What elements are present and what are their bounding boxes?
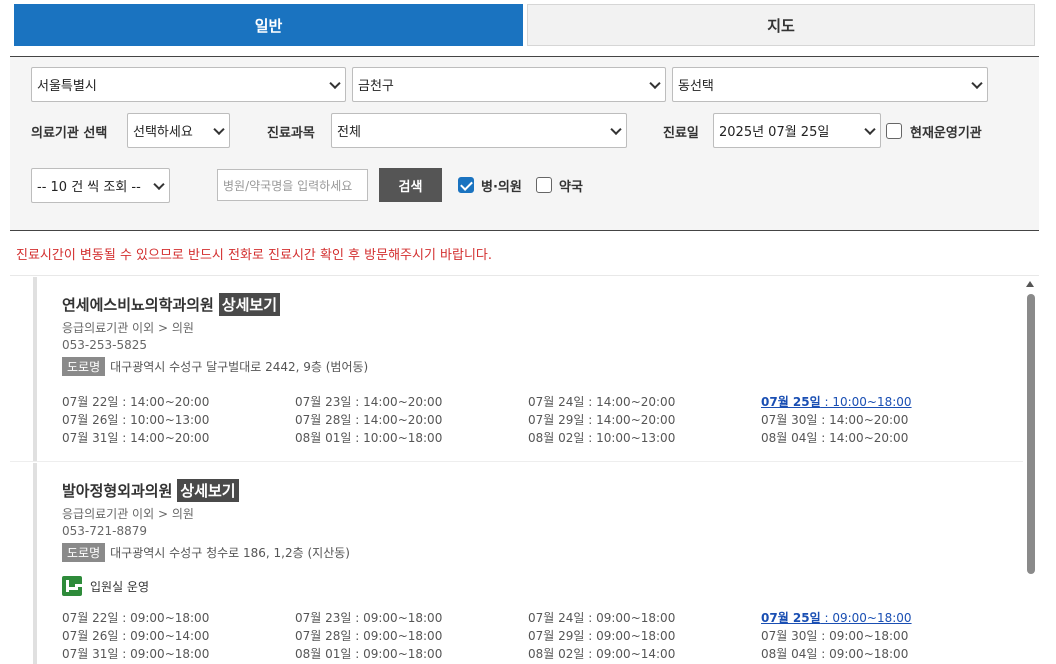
district-select[interactable]: 금천구 [352,67,666,102]
clinic-category: 응급의료기관 이외 > 의원 [62,321,194,335]
city-select-value: 서울특별시 [37,79,97,94]
institution-label: 의료기관 선택 [31,126,108,141]
tab-general[interactable]: 일반 [14,4,523,46]
schedule-row: 07월 31일 : 09:00~18:00 08월 01일 : 09:00~18… [62,645,1002,663]
pharmacy-checkbox[interactable] [536,177,552,193]
clinic-name: 연세에스비뇨의학과의원 [62,296,214,314]
bed-icon [62,576,82,596]
detail-button[interactable]: 상세보기 [218,293,281,316]
schedule-grid: 07월 22일 : 14:00~20:00 07월 23일 : 14:00~20… [62,393,1002,447]
dong-select[interactable]: 동선택 [672,67,988,102]
address-text: 대구광역시 수성구 청수로 186, 1,2층 (지산동) [110,546,350,560]
schedule-cell: 07월 22일 : 09:00~18:00 [62,611,210,625]
search-button[interactable]: 검색 [379,168,442,202]
operating-label: 현재운영기관 [910,126,982,141]
date-select-value: 2025년 07월 25일 [719,125,830,140]
hospital-checkbox[interactable] [458,177,474,193]
dept-select-value: 전체 [337,125,361,140]
date-select[interactable]: 2025년 07월 25일 [713,113,881,148]
schedule-cell: 07월 31일 : 14:00~20:00 [62,431,210,445]
schedule-cell: 07월 26일 : 10:00~13:00 [62,413,210,427]
institution-select-value: 선택하세요 [133,125,193,140]
schedule-cell-today: 07월 25일 : 10:00~18:00 [761,395,912,409]
schedule-cell: 07월 23일 : 14:00~20:00 [295,395,443,409]
page-size-select[interactable]: -- 10 건 씩 조회 -- [31,168,170,203]
scroll-up-arrow-icon[interactable] [1026,281,1034,287]
schedule-cell: 07월 28일 : 14:00~20:00 [295,413,443,427]
clinic-title: 연세에스비뇨의학과의원 상세보기 [62,293,281,316]
schedule-cell: 07월 22일 : 14:00~20:00 [62,395,210,409]
chevron-down-icon [610,123,622,135]
clinic-phone: 053-253-5825 [62,338,148,352]
chevron-down-icon [864,123,876,135]
list-item: 발아정형외과의원 상세보기 응급의료기관 이외 > 의원 053-721-887… [33,463,1023,664]
chevron-down-icon [213,123,225,135]
schedule-cell-today: 07월 25일 : 09:00~18:00 [761,611,912,625]
page-size-value: -- 10 건 씩 조회 -- [37,180,141,195]
clinic-title: 발아정형외과의원 상세보기 [62,479,239,502]
scrollbar-thumb[interactable] [1027,294,1035,574]
schedule-row: 07월 22일 : 09:00~18:00 07월 23일 : 09:00~18… [62,609,1002,627]
address-text: 대구광역시 수성구 달구벌대로 2442, 9층 (범어동) [110,360,369,374]
schedule-cell: 07월 23일 : 09:00~18:00 [295,611,443,625]
road-tag: 도로명 [62,543,106,562]
schedule-cell: 07월 29일 : 14:00~20:00 [528,413,676,427]
schedule-row: 07월 22일 : 14:00~20:00 07월 23일 : 14:00~20… [62,393,1002,411]
chevron-down-icon [153,178,165,190]
search-input[interactable]: 병원/약국명을 입력하세요 [217,169,368,201]
clinic-address: 도로명 대구광역시 수성구 달구벌대로 2442, 9층 (범어동) [62,357,368,376]
schedule-cell: 08월 04일 : 14:00~20:00 [761,431,909,445]
list-item: 연세에스비뇨의학과의원 상세보기 응급의료기관 이외 > 의원 053-253-… [33,277,1023,461]
district-select-value: 금천구 [358,79,394,94]
notice-text: 진료시간이 변동될 수 있으므로 반드시 전화로 진료시간 확인 후 방문해주시… [16,248,493,263]
filter-panel: 서울특별시 금천구 동선택 의료기관 선택 선택하세요 진료과목 전체 진료일 … [10,56,1039,231]
chevron-down-icon [329,77,341,89]
divider [10,461,1023,462]
institution-select[interactable]: 선택하세요 [127,113,230,148]
schedule-row: 07월 26일 : 09:00~14:00 07월 28일 : 09:00~18… [62,627,1002,645]
schedule-cell: 08월 01일 : 10:00~18:00 [295,431,443,445]
dept-label: 진료과목 [267,126,315,141]
hospital-label: 병·의원 [481,180,522,195]
clinic-address: 도로명 대구광역시 수성구 청수로 186, 1,2층 (지산동) [62,543,350,562]
schedule-cell: 07월 24일 : 09:00~18:00 [528,611,676,625]
schedule-cell: 08월 02일 : 09:00~14:00 [528,647,676,661]
divider [10,275,1039,276]
schedule-cell: 07월 28일 : 09:00~18:00 [295,629,443,643]
schedule-row: 07월 31일 : 14:00~20:00 08월 01일 : 10:00~18… [62,429,1002,447]
clinic-category: 응급의료기관 이외 > 의원 [62,507,194,521]
operating-checkbox[interactable] [886,123,902,139]
schedule-row: 07월 26일 : 10:00~13:00 07월 28일 : 14:00~20… [62,411,1002,429]
detail-button[interactable]: 상세보기 [177,479,239,502]
chevron-down-icon [649,77,661,89]
date-label: 진료일 [663,126,699,141]
schedule-cell: 08월 02일 : 10:00~13:00 [528,431,676,445]
schedule-cell: 07월 29일 : 09:00~18:00 [528,629,676,643]
schedule-cell: 07월 24일 : 14:00~20:00 [528,395,676,409]
ward-label: 입원실 운영 [90,579,150,594]
dong-select-value: 동선택 [678,79,714,94]
view-tabs: 일반 지도 [14,4,1035,46]
clinic-phone: 053-721-8879 [62,524,148,538]
pharmacy-label: 약국 [559,180,583,195]
road-tag: 도로명 [62,357,106,376]
clinic-name: 발아정형외과의원 [62,482,173,500]
city-select[interactable]: 서울특별시 [31,67,346,102]
schedule-cell: 07월 26일 : 09:00~14:00 [62,629,210,643]
tab-map[interactable]: 지도 [527,4,1035,46]
schedule-cell: 08월 04일 : 09:00~18:00 [761,647,909,661]
schedule-grid: 07월 22일 : 09:00~18:00 07월 23일 : 09:00~18… [62,609,1002,663]
schedule-cell: 07월 31일 : 09:00~18:00 [62,647,210,661]
ward-info: 입원실 운영 [62,576,149,596]
schedule-cell: 07월 30일 : 14:00~20:00 [761,413,909,427]
dept-select[interactable]: 전체 [331,113,627,148]
schedule-cell: 07월 30일 : 09:00~18:00 [761,629,909,643]
chevron-down-icon [971,77,983,89]
schedule-cell: 08월 01일 : 09:00~18:00 [295,647,443,661]
